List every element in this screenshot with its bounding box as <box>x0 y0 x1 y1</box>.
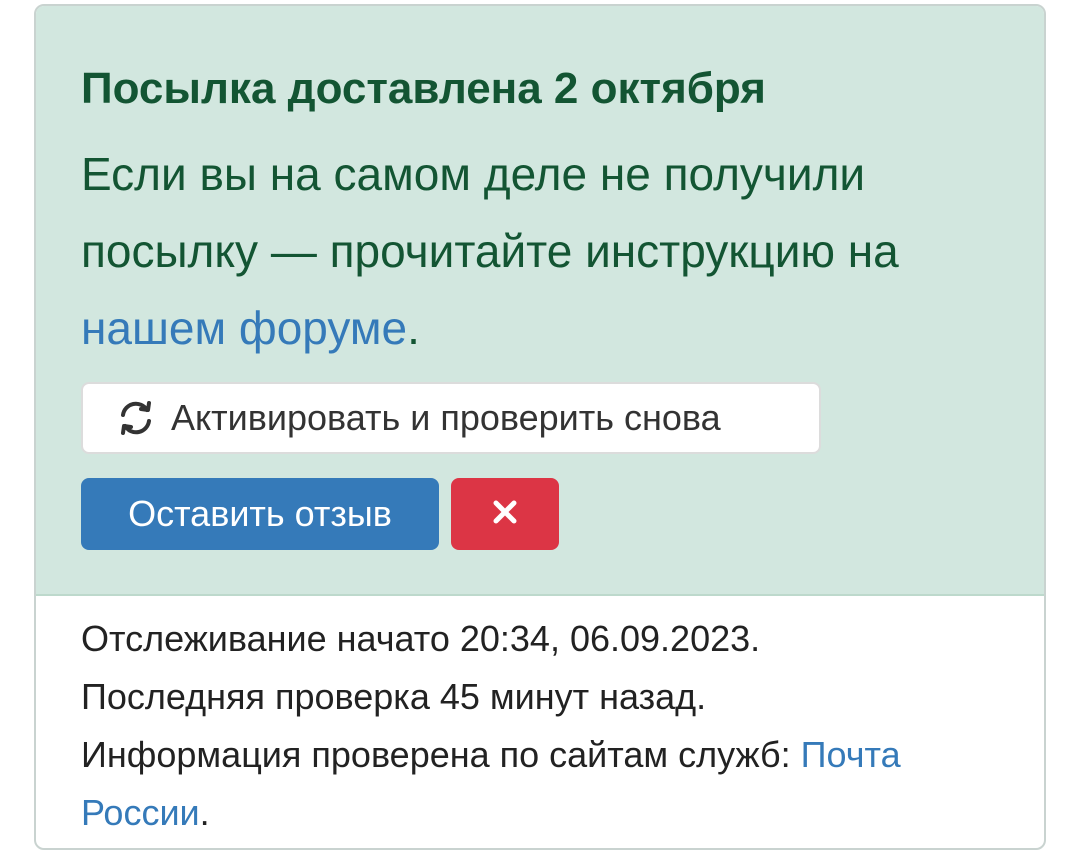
alert-message: Если вы на самом деле не получили посылк… <box>81 136 1001 367</box>
alert-title: Посылка доставлена 2 октября <box>81 64 766 113</box>
forum-link[interactable]: нашем форуме <box>81 302 407 354</box>
tracking-started-text: Отслеживание начато 20:34, 06.09.2023. <box>81 618 761 659</box>
sources-text: Информация проверена по сайтам служб: По… <box>81 726 1021 842</box>
last-check-text: Последняя проверка 45 минут назад. <box>81 676 707 717</box>
leave-review-button[interactable]: Оставить отзыв <box>81 478 439 550</box>
delivery-alert: Посылка доставлена 2 октября Если вы на … <box>36 6 1044 596</box>
alert-message-text: Если вы на самом деле не получили посылк… <box>81 148 899 277</box>
refresh-icon <box>115 397 157 439</box>
tracking-card: Посылка доставлена 2 октября Если вы на … <box>34 4 1046 850</box>
close-icon <box>492 499 518 530</box>
dismiss-button[interactable] <box>451 478 559 550</box>
alert-message-period: . <box>407 302 420 354</box>
tracking-info: Отслеживание начато 20:34, 06.09.2023. П… <box>81 610 1021 842</box>
sources-prefix: Информация проверена по сайтам служб: <box>81 734 801 775</box>
sources-suffix: . <box>199 792 210 833</box>
leave-review-label: Оставить отзыв <box>128 493 392 534</box>
activate-recheck-label: Активировать и проверить снова <box>171 397 721 438</box>
activate-recheck-button[interactable]: Активировать и проверить снова <box>81 382 821 454</box>
